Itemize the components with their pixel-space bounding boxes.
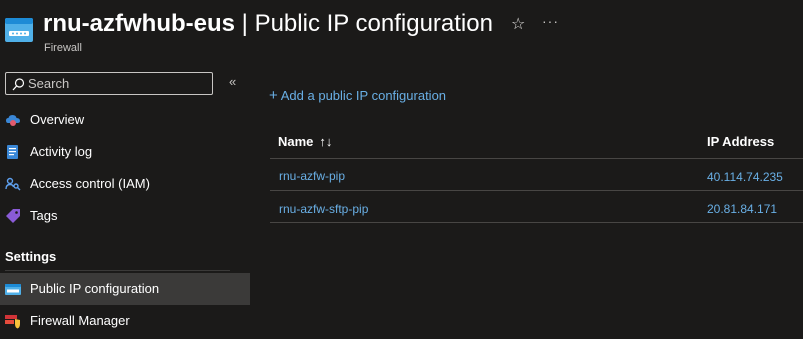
plus-icon: + [269,87,278,104]
overview-icon [6,115,20,126]
sidebar-item-firewall-manager[interactable]: Firewall Manager [0,305,250,337]
tag-icon [6,209,20,223]
table-row-ip-address: 20.81.84.171 [707,202,778,216]
sidebar-item-public-ip-configuration[interactable]: Public IP configuration [0,273,250,305]
table-row-name-link[interactable]: rnu-azfw-sftp-pip [279,202,368,216]
search-input[interactable] [28,75,208,92]
more-options-icon[interactable]: ··· [542,13,559,29]
title-separator: | [235,10,255,37]
sidebar-divider [5,270,230,271]
sidebar-search[interactable] [5,72,213,95]
table-row-divider [270,190,803,191]
sidebar-item-label: Public IP configuration [30,281,160,296]
page-header: rnu-azfwhub-eus | Public IP configuratio… [0,0,803,64]
page-title: rnu-azfwhub-eus | Public IP configuratio… [43,10,493,38]
firewall-resource-icon [5,18,33,42]
public-ip-icon [5,284,21,295]
table-header-divider [270,158,803,159]
sidebar-item-label: Tags [30,208,58,223]
table-row-divider [270,222,803,223]
search-icon [12,78,25,91]
add-button-label: Add a public IP configuration [280,88,447,103]
sidebar-item-label: Overview [30,112,85,127]
add-public-ip-configuration-button[interactable]: + Add a public IP configuration [269,87,446,104]
activity-log-icon [7,145,18,159]
sidebar-item-label: Firewall Manager [30,313,130,328]
table-row-ip-address: 40.114.74.235 [707,170,783,184]
iam-icon [5,177,21,191]
collapse-sidebar-icon[interactable]: « [229,74,236,89]
table-row-name-link[interactable]: rnu-azfw-pip [279,169,345,183]
sidebar-item-tags[interactable]: Tags [0,200,250,232]
page-name: Public IP configuration [254,10,493,37]
sidebar-section-settings: Settings [5,249,57,264]
column-header-name[interactable]: Name ↑↓ [278,134,332,149]
sidebar-item-label: Activity log [30,144,93,159]
sidebar-item-overview[interactable]: Overview [0,104,250,136]
sidebar-item-iam[interactable]: Access control (IAM) [0,168,250,200]
favorite-star-icon[interactable]: ☆ [511,14,525,34]
firewall-manager-icon [5,315,20,329]
sort-icon[interactable]: ↑↓ [319,134,332,149]
resource-type: Firewall [44,42,82,54]
sidebar-item-label: Access control (IAM) [30,176,150,191]
column-header-ip-address: IP Address [707,134,775,149]
column-header-name-label: Name [278,134,314,149]
sidebar-item-activity-log[interactable]: Activity log [0,136,250,168]
resource-name: rnu-azfwhub-eus [43,10,235,37]
